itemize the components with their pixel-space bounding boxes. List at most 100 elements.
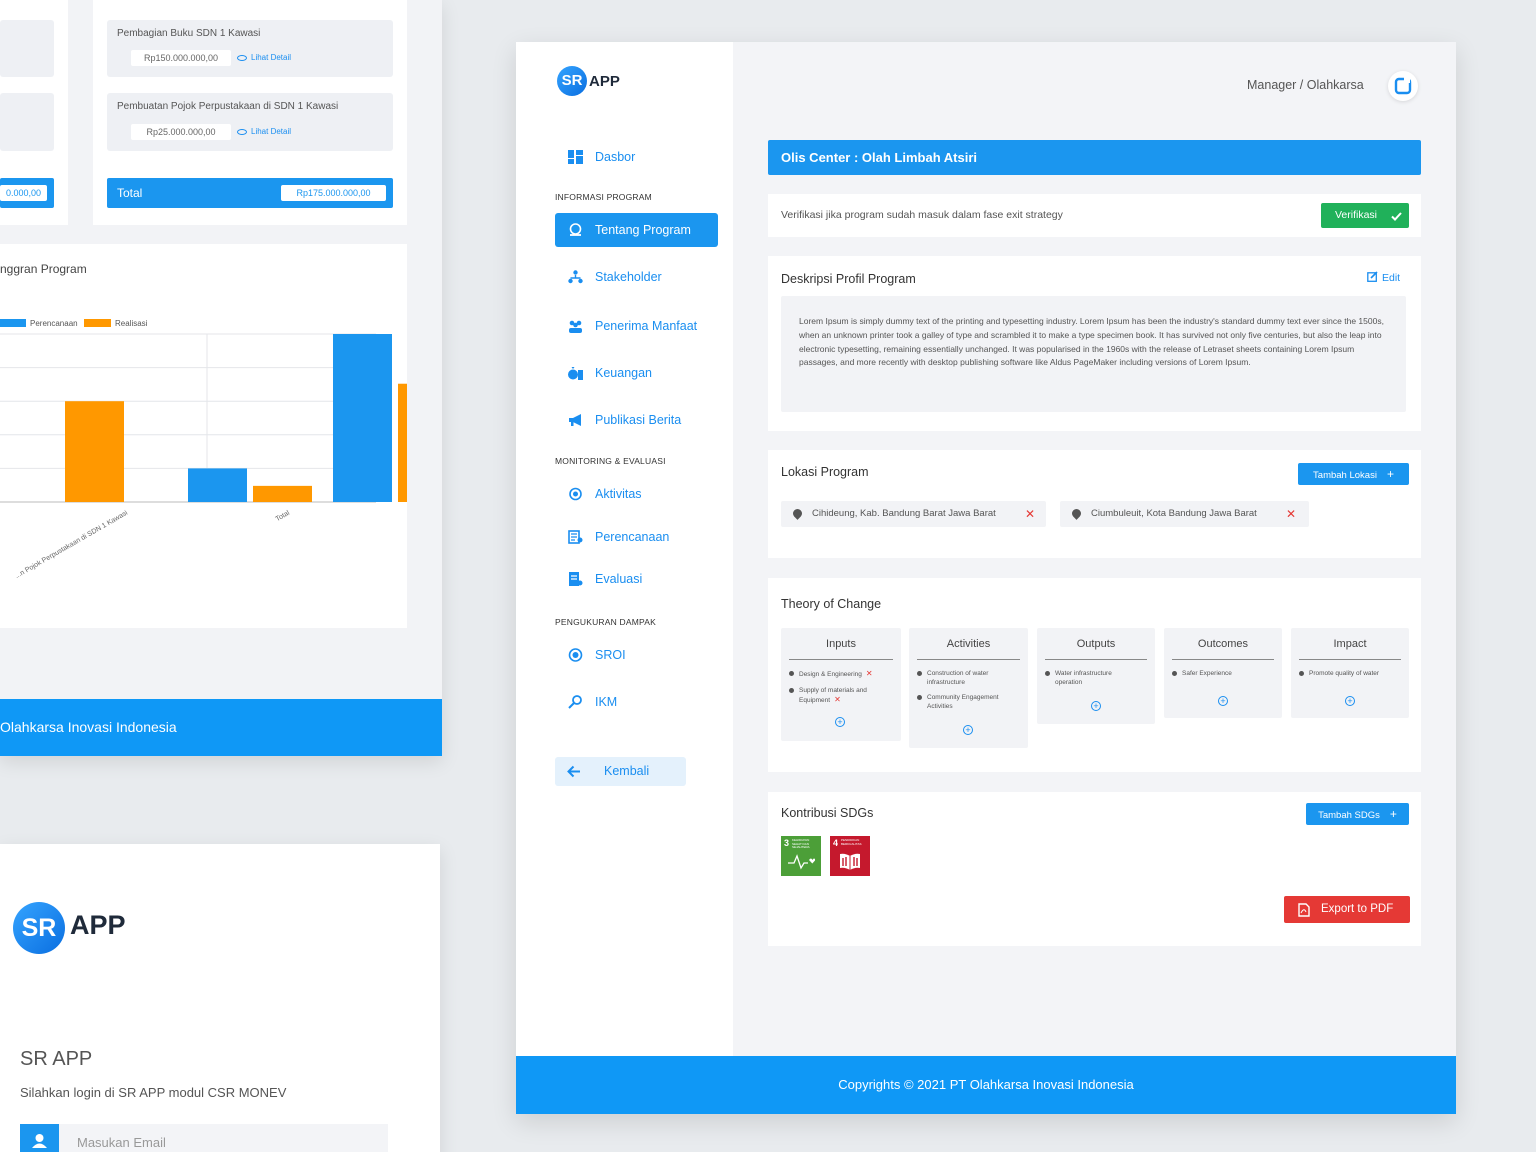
view-detail-link[interactable]: Lihat Detail (237, 50, 291, 66)
add-item-icon[interactable]: + (1345, 696, 1355, 706)
view-detail-link[interactable]: Lihat Detail (237, 124, 291, 140)
add-item-icon[interactable]: + (835, 717, 845, 727)
budget-item-amount: Rp25.000.000,00 (131, 124, 231, 140)
add-item-icon[interactable]: + (1218, 696, 1228, 706)
budget-total-bar: Total Rp175.000.000,00 (107, 178, 393, 208)
arrow-left-icon (567, 765, 580, 778)
toc-column-outcomes: Outcomes Safer Experience + (1164, 628, 1282, 718)
sidebar-item-evaluasi[interactable]: Evaluasi (555, 562, 718, 596)
location-chip: Cihideung, Kab. Bandung Barat Jawa Barat… (781, 501, 1046, 527)
budget-chart: ...n Pojok Perpustakaan di SDN 1 Kawasi T… (0, 319, 407, 580)
toc-item-text: Design & Engineering (799, 671, 862, 678)
left-summary-panel: 0.000,00 (0, 0, 68, 225)
sidebar-item-penerima-manfaat[interactable]: Penerima Manfaat (555, 309, 718, 343)
evaluation-icon (569, 572, 583, 586)
bullet-icon (917, 695, 922, 700)
sidebar-item-sroi[interactable]: SROI (555, 638, 718, 672)
user-icon-box (20, 1124, 59, 1152)
budget-item-title: Pembuatan Pojok Perpustakaan di SDN 1 Ka… (117, 101, 339, 112)
chart-bar-perencanaan-1 (188, 468, 247, 502)
login-subtitle: Silahkan login di SR APP modul CSR MONEV (20, 1085, 287, 1100)
verify-text: Verifikasi jika program sudah masuk dala… (781, 209, 1063, 221)
bullet-icon (789, 688, 794, 693)
sidebar-item-label: Publikasi Berita (595, 413, 682, 427)
sidebar-item-perencanaan[interactable]: Perencanaan (555, 520, 718, 554)
app-footer: Copyrights © 2021 PT Olahkarsa Inovasi I… (516, 1056, 1456, 1114)
sidebar-item-label: Keuangan (595, 366, 653, 380)
toc-title: Theory of Change (781, 597, 882, 611)
megaphone-icon (569, 414, 581, 426)
toc-item-text: Water infrastructure operation (1055, 670, 1112, 686)
sdg-label: KEHIDUPAN SEHAT DAN SEJAHTERA (792, 838, 810, 849)
sidebar-item-stakeholder[interactable]: Stakeholder (555, 260, 718, 294)
email-placeholder: Masukan Email (77, 1135, 166, 1150)
edit-button[interactable]: Edit (1367, 271, 1400, 284)
toc-column-impact: Impact Promote quality of water + (1291, 628, 1409, 718)
sdg-tile-4[interactable]: 4 PENDIDIKAN BERKUALITAS (830, 836, 870, 876)
program-title: Olis Center : Olah Limbah Atsiri (781, 150, 977, 165)
bullet-icon (1172, 671, 1177, 676)
legend-swatch (0, 319, 26, 327)
sidebar-item-aktivitas[interactable]: Aktivitas (555, 477, 718, 511)
sidebar-item-label: Evaluasi (595, 572, 643, 586)
toc-item-text: Supply of materials and Equipment (799, 687, 867, 704)
remove-location-icon[interactable]: ✕ (1025, 501, 1035, 527)
toc-item: Community Engagement Activities (917, 693, 1017, 711)
legend-swatch (84, 319, 111, 327)
sdg-label: PENDIDIKAN BERKUALITAS (841, 838, 862, 846)
sidebar-item-dasbor[interactable]: Dasbor (555, 140, 718, 174)
program-title-bar: Olis Center : Olah Limbah Atsiri (768, 140, 1421, 175)
toc-item: Safer Experience (1172, 669, 1232, 678)
location-chip-label: Cihideung, Kab. Bandung Barat Jawa Barat (812, 508, 996, 519)
add-item-icon[interactable]: + (1091, 701, 1101, 711)
money-bag-icon (568, 367, 583, 380)
plus-icon: + (1389, 807, 1397, 821)
sidebar-item-label: Aktivitas (595, 487, 642, 501)
plus-icon: + (1386, 467, 1394, 481)
map-pin-icon (791, 507, 804, 520)
sidebar-item-ikm[interactable]: IKM (555, 685, 718, 719)
sidebar-item-tentang-program[interactable]: Tentang Program (555, 213, 718, 247)
profile-button[interactable] (1388, 71, 1418, 101)
legend-label: Perencanaan (30, 319, 78, 328)
location-title: Lokasi Program (781, 465, 869, 479)
toc-column-head: Impact (1299, 638, 1401, 660)
export-pdf-label: Export to PDF (1321, 903, 1394, 915)
chart-bar-realisasi-1 (253, 485, 312, 502)
location-card: Lokasi Program Tambah Lokasi + Cihideung,… (768, 450, 1421, 558)
toc-column-outputs: Outputs Water infrastructure operation + (1037, 628, 1155, 724)
left-total-value: 0.000,00 (0, 185, 47, 201)
sidebar-item-keuangan[interactable]: Keuangan (555, 356, 718, 390)
app-logo-badge[interactable]: SR (557, 66, 587, 96)
sdg-tile-3[interactable]: 3 KEHIDUPAN SEHAT DAN SEJAHTERA (781, 836, 821, 876)
sidebar-item-publikasi-berita[interactable]: Publikasi Berita (555, 403, 718, 437)
pdf-file-icon (1298, 903, 1310, 917)
add-location-button[interactable]: Tambah Lokasi + (1298, 463, 1409, 485)
email-field[interactable]: Masukan Email (20, 1124, 388, 1152)
globe-hand-icon (569, 223, 582, 236)
key-search-icon (568, 695, 582, 709)
sidebar-item-label: Stakeholder (595, 270, 662, 284)
chart-bar-perencanaan-2 (333, 334, 392, 502)
add-sdg-button[interactable]: Tambah SDGs + (1306, 803, 1409, 825)
chart-bar-realisasi-2 (398, 383, 407, 502)
legend-label: Realisasi (115, 319, 148, 328)
nav-section-monev: MONITORING & EVALUASI (555, 456, 666, 466)
toc-column-head: Outputs (1045, 638, 1147, 660)
toc-item-text: Construction of water infrastructure (927, 670, 989, 686)
login-logo-text: APP (70, 910, 126, 940)
remove-item-icon[interactable]: ✕ (834, 695, 841, 704)
remove-item-icon[interactable]: ✕ (866, 669, 873, 678)
target-icon (568, 648, 583, 662)
footer-text: Copyrights © 2021 PT Olahkarsa Inovasi I… (838, 1077, 1134, 1092)
add-item-icon[interactable]: + (963, 725, 973, 735)
export-pdf-button[interactable]: Export to PDF (1284, 896, 1410, 923)
toc-columns: Inputs Design & Engineering ✕ Supply of m… (781, 628, 1413, 753)
budget-item: Pembuatan Pojok Perpustakaan di SDN 1 Ka… (107, 93, 393, 151)
toc-item: Construction of water infrastructure (917, 669, 1012, 687)
back-button[interactable]: Kembali (555, 757, 686, 786)
budget-item-amount: Rp150.000.000,00 (131, 50, 231, 66)
verify-button[interactable]: Verifikasi (1321, 203, 1409, 228)
remove-location-icon[interactable]: ✕ (1286, 501, 1296, 527)
eye-icon (237, 54, 247, 61)
